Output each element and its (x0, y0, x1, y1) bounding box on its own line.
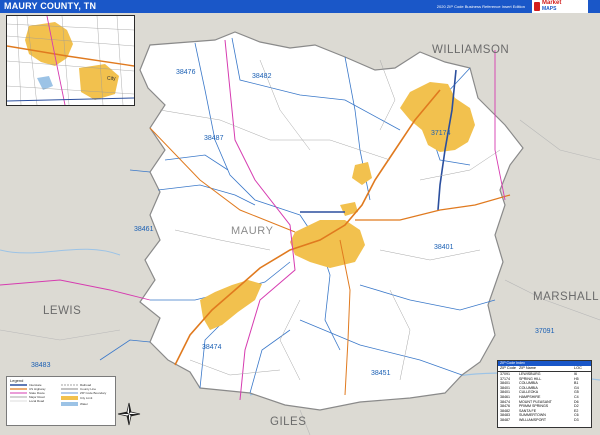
map-legend: Legend Interstate US Highway State Route… (6, 376, 116, 426)
legend-item: Water (80, 402, 88, 406)
county-label-lewis: LEWIS (43, 305, 82, 317)
inset-label: City (107, 76, 116, 82)
legend-item: ZIP Code Boundary (80, 391, 107, 395)
logo-text-bottom: MAPS (542, 6, 557, 12)
zip-label: 38487 (204, 135, 224, 142)
edition-note: 2020 ZIP Code Business Reference Insert … (436, 4, 525, 9)
logo-icon (534, 2, 540, 11)
county-label-williamson: WILLIAMSON (432, 44, 510, 56)
county-label-giles: GILES (270, 416, 307, 428)
zip-label: 38474 (202, 344, 222, 351)
zip-label: 38401 (434, 244, 454, 251)
legend-item: City Limit (80, 396, 93, 400)
legend-item: Local Road (29, 399, 45, 403)
map-title: MAURY COUNTY, TN (4, 1, 97, 11)
header-zip-name: ZIP Name (519, 366, 537, 370)
inset-map: City (6, 15, 135, 106)
north-arrow-icon (117, 402, 141, 426)
zip-label: 38476 (176, 69, 196, 76)
legend-symbols (10, 384, 78, 406)
zip-label: 38482 (252, 73, 272, 80)
zip-label: 38451 (371, 370, 391, 377)
table-row: 38487 WILLIAMSPORT D3 (498, 418, 591, 423)
header-loc: LOC (574, 366, 582, 370)
zip-label: 37091 (535, 328, 555, 335)
zip-label: 38461 (134, 226, 154, 233)
inset-map-graphic (7, 16, 134, 105)
header-zip-code: ZIP Code (500, 366, 516, 370)
zip-name-cell: WILLIAMSPORT (519, 417, 547, 422)
zip-code-cell: 38487 (500, 417, 510, 422)
title-bar: MAURY COUNTY, TN 2020 ZIP Code Business … (0, 0, 600, 13)
zip-label: 37174 (431, 130, 451, 137)
loc-cell: D3 (574, 417, 579, 422)
map-page: MAURY COUNTY, TN 2020 ZIP Code Business … (0, 0, 600, 435)
publisher-logo: Market MAPS (532, 0, 588, 13)
county-label-marshall: MARSHALL (533, 291, 599, 303)
zip-label: 38483 (31, 362, 51, 369)
county-label-maury: MAURY (231, 225, 274, 237)
zip-code-index: ZIP Code Index ZIP Code ZIP Name LOC 370… (497, 360, 592, 428)
